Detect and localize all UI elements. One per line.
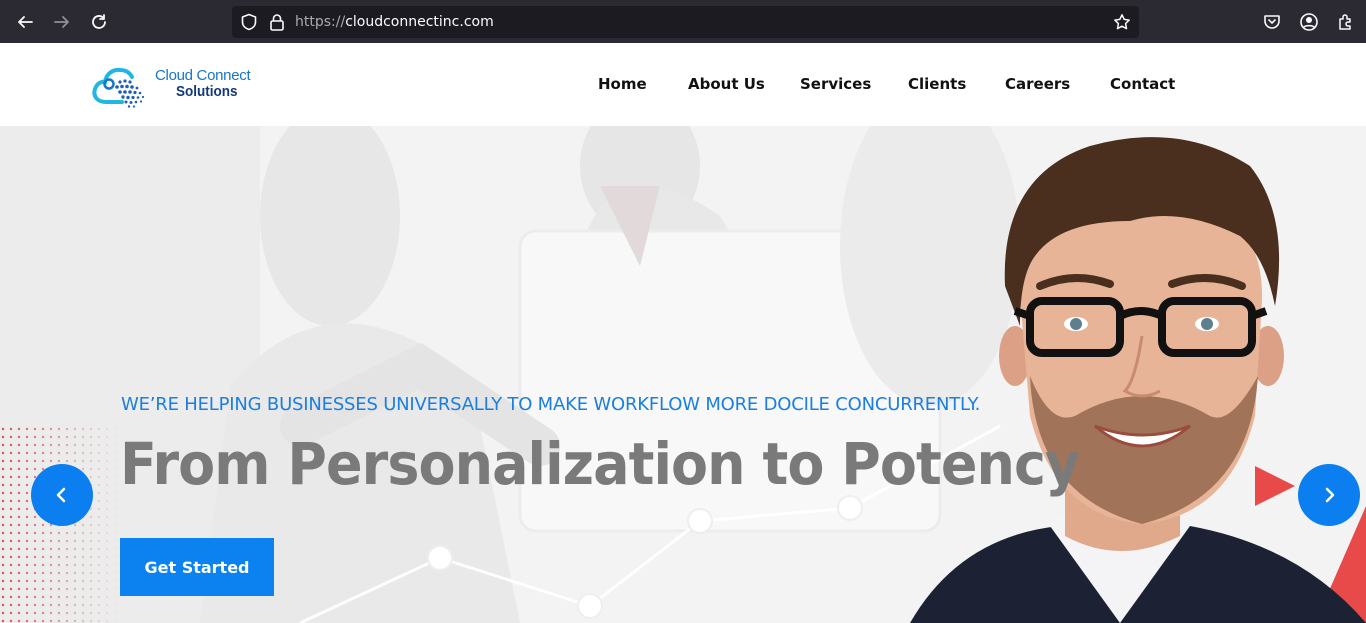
pocket-icon[interactable] [1262,12,1282,32]
nav-link-careers[interactable]: Careers [1005,75,1070,93]
get-started-button[interactable]: Get Started [120,538,274,596]
url-text[interactable]: https://cloudconnectinc.com [295,14,494,30]
address-bar[interactable]: https://cloudconnectinc.com [232,6,1139,38]
nav-link-clients[interactable]: Clients [908,75,966,93]
bookmark-star-icon[interactable] [1113,13,1131,31]
cloud-logo-icon [92,67,145,108]
forward-button[interactable] [48,8,76,36]
account-icon[interactable] [1299,12,1319,32]
chevron-left-icon [56,487,66,503]
slider-next-button[interactable] [1298,464,1360,526]
hero-subtitle: WE’RE HELPING BUSINESSES UNIVERSALLY TO … [121,394,981,415]
reload-button[interactable] [85,8,113,36]
logo-text-line2: Solutions [176,83,238,100]
extensions-icon[interactable] [1336,12,1356,32]
nav-link-services[interactable]: Services [800,75,871,93]
nav-link-home[interactable]: Home [598,75,647,93]
browser-toolbar: https://cloudconnectinc.com [0,0,1366,43]
url-protocol: https:// [295,14,346,30]
hero-slider: WE’RE HELPING BUSINESSES UNIVERSALLY TO … [0,126,1366,623]
nav-link-about-us[interactable]: About Us [688,75,765,93]
shield-icon[interactable] [240,13,258,31]
back-arrow-icon [18,16,33,28]
logo[interactable]: Cloud Connect Solutions [92,61,262,109]
slider-prev-button[interactable] [31,464,93,526]
reload-icon [92,14,106,29]
hero-title: From Personalization to Potency [120,430,1080,498]
url-host: cloudconnectinc.com [345,14,494,30]
back-button[interactable] [11,8,39,36]
chevron-right-icon [1325,487,1335,503]
nav-link-contact[interactable]: Contact [1110,75,1175,93]
site-header: Cloud Connect Solutions Home About Us Se… [0,43,1366,126]
hero-person-image [910,137,1366,623]
lock-icon[interactable] [269,13,285,31]
logo-text-line1: Cloud Connect [155,67,251,84]
forward-arrow-icon [54,16,69,28]
